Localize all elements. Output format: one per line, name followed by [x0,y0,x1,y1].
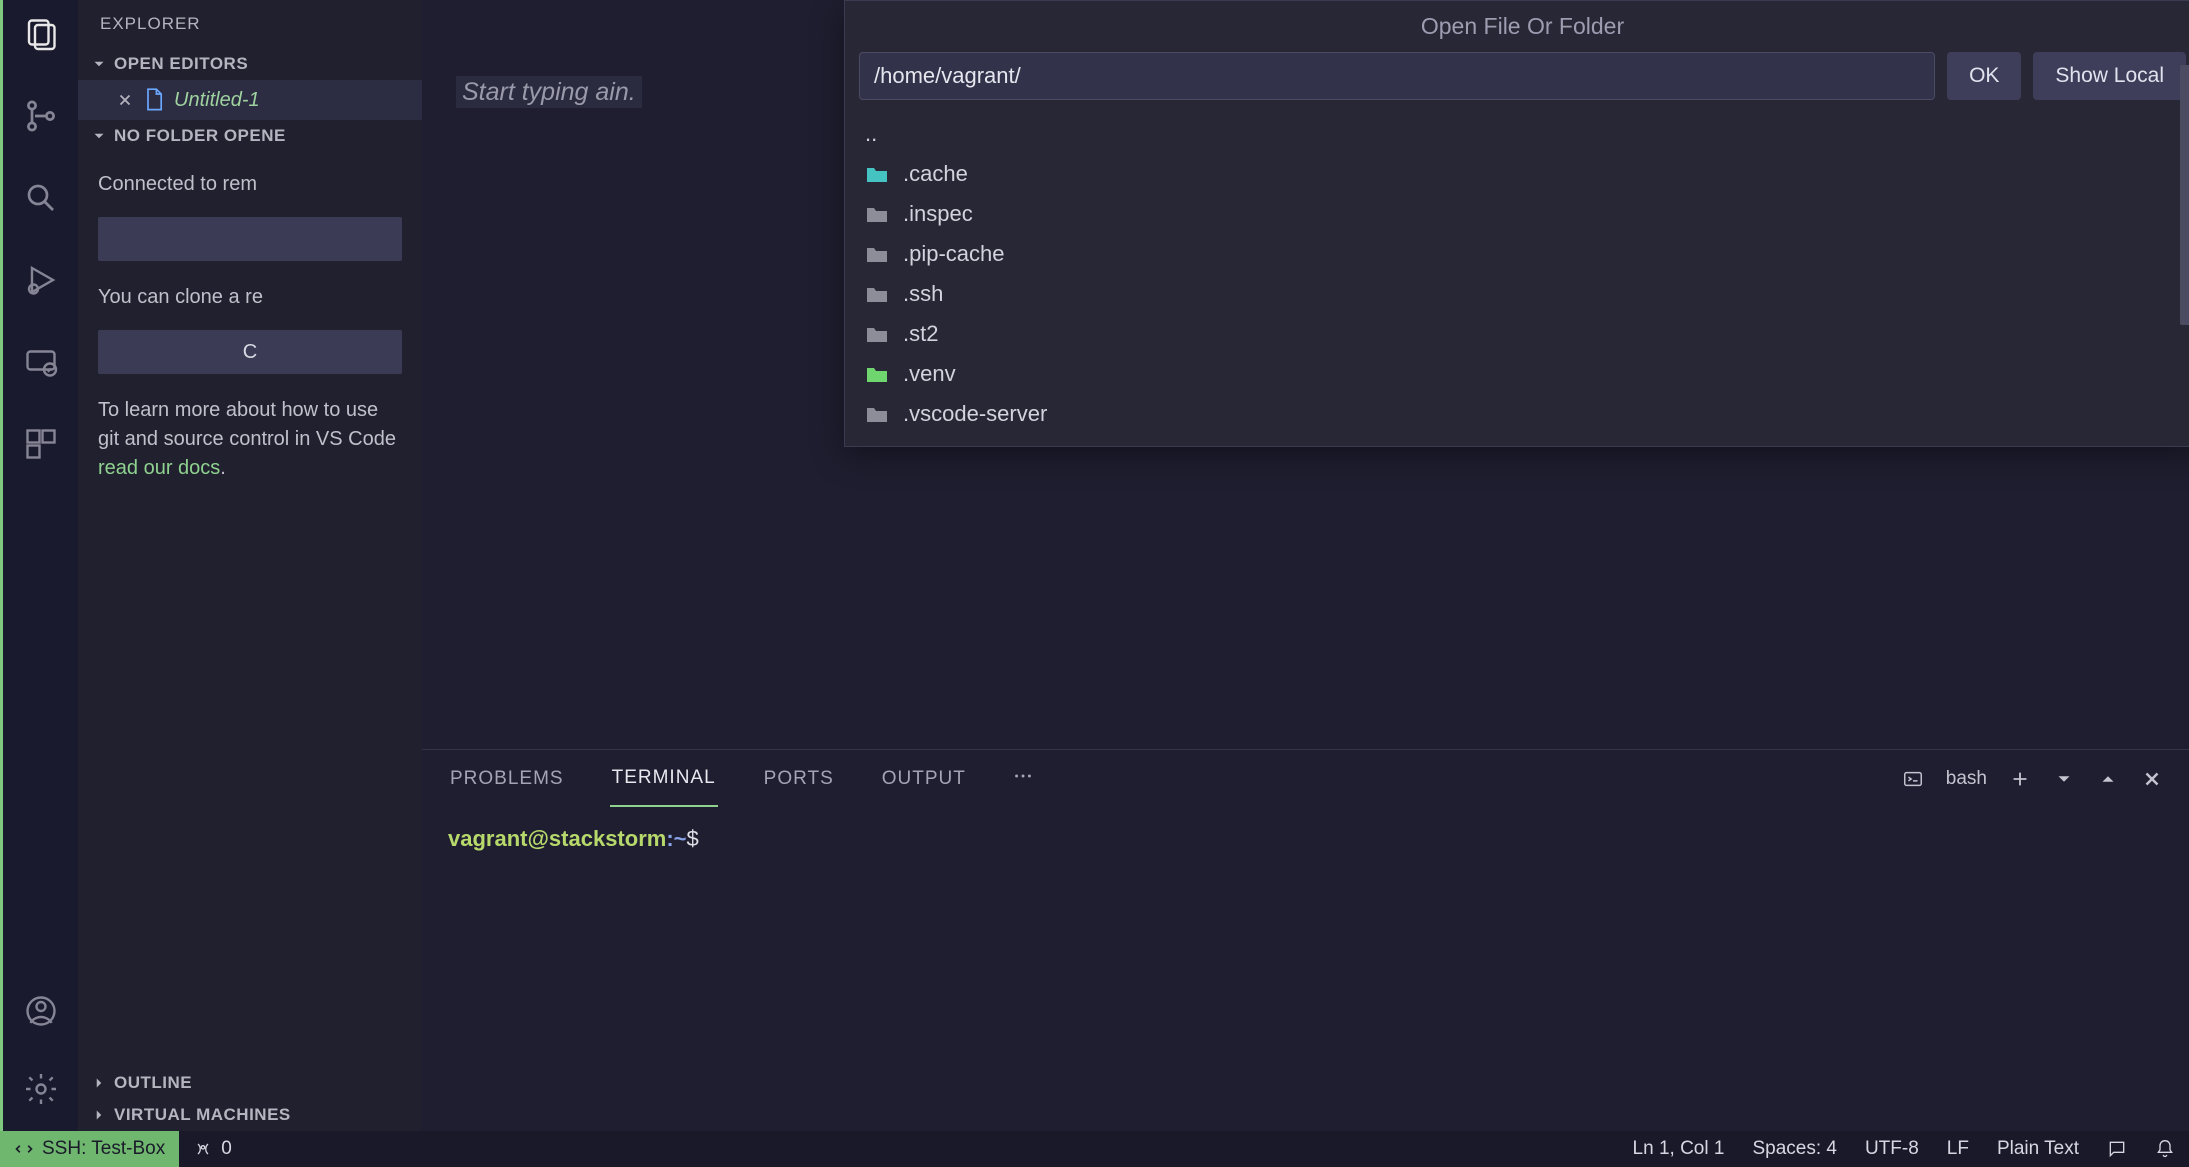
panel-overflow-icon[interactable] [1012,765,1034,793]
terminal-profile-icon [1902,768,1924,790]
vm-label: VIRTUAL MACHINES [114,1105,291,1125]
open-editor-filename: Untitled-1 [174,89,260,112]
accounts-icon[interactable] [21,991,61,1031]
chevron-down-icon [90,127,108,145]
status-bar: SSH: Test-Box 0 Ln 1, Col 1 Spaces: 4 UT… [0,1131,2189,1167]
editor-area: Start typing ain. PROBLEMS TERMINAL PORT… [422,0,2189,1131]
remote-indicator[interactable]: SSH: Test-Box [0,1131,179,1167]
dialog-scrollbar[interactable] [2180,65,2189,325]
source-control-icon[interactable] [21,96,61,136]
open-editor-item[interactable]: Untitled-1 [78,80,422,120]
remote-explorer-icon[interactable] [21,342,61,382]
file-list-item-name: .vscode-server [903,401,1047,427]
editor-hint: Start typing ain. [456,76,642,108]
feedback-icon[interactable] [2093,1139,2141,1159]
clone-repo-button[interactable]: C [98,330,402,374]
file-list-item-name: .. [865,121,877,147]
tab-ports[interactable]: PORTS [762,752,836,806]
new-terminal-icon[interactable] [2009,768,2031,790]
extensions-icon[interactable] [21,424,61,464]
connected-text: Connected to rem [98,170,402,199]
folder-icon [865,404,889,424]
terminal-name[interactable]: bash [1946,768,1987,790]
path-input[interactable] [859,52,1935,100]
learn-more-text: To learn more about how to use git and s… [98,396,402,483]
folder-icon [865,284,889,304]
file-list-item[interactable]: .venv [845,354,2189,394]
file-list-item-name: .venv [903,361,956,387]
file-list-item[interactable]: .inspec [845,194,2189,234]
terminal-dropdown-icon[interactable] [2053,768,2075,790]
chevron-right-icon [90,1106,108,1124]
indentation-status[interactable]: Spaces: 4 [1738,1138,1851,1160]
cursor-position[interactable]: Ln 1, Col 1 [1619,1138,1739,1160]
file-list: .. .cache .inspec .pip-cache .ssh .st2 .venv .v… [845,110,2189,446]
explorer-sidebar: EXPLORER OPEN EDITORS Untitled-1 NO FOLD… [78,0,422,1131]
folder-icon [865,364,889,384]
file-icon [144,88,164,112]
clone-text: You can clone a re [98,283,402,312]
encoding-status[interactable]: UTF-8 [1851,1138,1933,1160]
language-mode[interactable]: Plain Text [1983,1138,2093,1160]
open-file-dialog: Open File Or Folder OK Show Local .. .cac… [844,0,2189,447]
close-icon[interactable] [116,91,134,109]
search-icon[interactable] [21,178,61,218]
eol-status[interactable]: LF [1933,1138,1983,1160]
file-list-item-name: .cache [903,161,968,187]
file-list-item-name: .inspec [903,201,973,227]
file-list-item[interactable]: .st2 [845,314,2189,354]
tab-output[interactable]: OUTPUT [880,752,968,806]
dialog-title: Open File Or Folder [845,1,2189,52]
remote-icon [14,1139,34,1159]
virtual-machines-header[interactable]: VIRTUAL MACHINES [78,1099,422,1131]
explorer-icon[interactable] [21,14,61,54]
file-list-item-name: .pip-cache [903,241,1005,267]
no-folder-label: NO FOLDER OPENE [114,126,286,146]
open-folder-button[interactable] [98,217,402,261]
show-local-button[interactable]: Show Local [2033,52,2186,100]
file-list-item[interactable]: .vscode-server [845,394,2189,434]
notifications-icon[interactable] [2141,1139,2189,1159]
tab-problems[interactable]: PROBLEMS [448,752,566,806]
terminal-path: :~ [666,826,686,851]
file-list-item[interactable]: .cache [845,154,2189,194]
open-editors-header[interactable]: OPEN EDITORS [78,48,422,80]
file-list-item-name: .ssh [903,281,943,307]
folder-icon [865,164,889,184]
file-list-item[interactable]: .. [845,114,2189,154]
ok-button[interactable]: OK [1947,52,2021,100]
terminal-body[interactable]: vagrant@stackstorm:~$ [422,808,2189,1131]
open-editors-label: OPEN EDITORS [114,54,248,74]
outline-header[interactable]: OUTLINE [78,1067,422,1099]
outline-label: OUTLINE [114,1073,192,1093]
tab-terminal[interactable]: TERMINAL [610,751,718,807]
folder-icon [865,204,889,224]
activity-bar [0,0,78,1131]
no-folder-header[interactable]: NO FOLDER OPENE [78,120,422,152]
chevron-right-icon [90,1074,108,1092]
settings-gear-icon[interactable] [21,1069,61,1109]
close-panel-icon[interactable] [2141,768,2163,790]
file-list-item-name: .st2 [903,321,938,347]
file-list-item[interactable]: .ssh [845,274,2189,314]
bottom-panel: PROBLEMS TERMINAL PORTS OUTPUT bash vagr… [422,749,2189,1131]
terminal-prompt-symbol: $ [687,826,699,851]
terminal-user: vagrant@stackstorm [448,826,666,851]
sidebar-title: EXPLORER [78,0,422,48]
ports-status[interactable]: 0 [179,1138,246,1160]
radio-tower-icon [193,1139,213,1159]
read-docs-link[interactable]: read our docs [98,457,220,479]
folder-icon [865,244,889,264]
file-list-item[interactable]: .pip-cache [845,234,2189,274]
maximize-panel-icon[interactable] [2097,768,2119,790]
folder-icon [865,324,889,344]
chevron-down-icon [90,55,108,73]
run-debug-icon[interactable] [21,260,61,300]
